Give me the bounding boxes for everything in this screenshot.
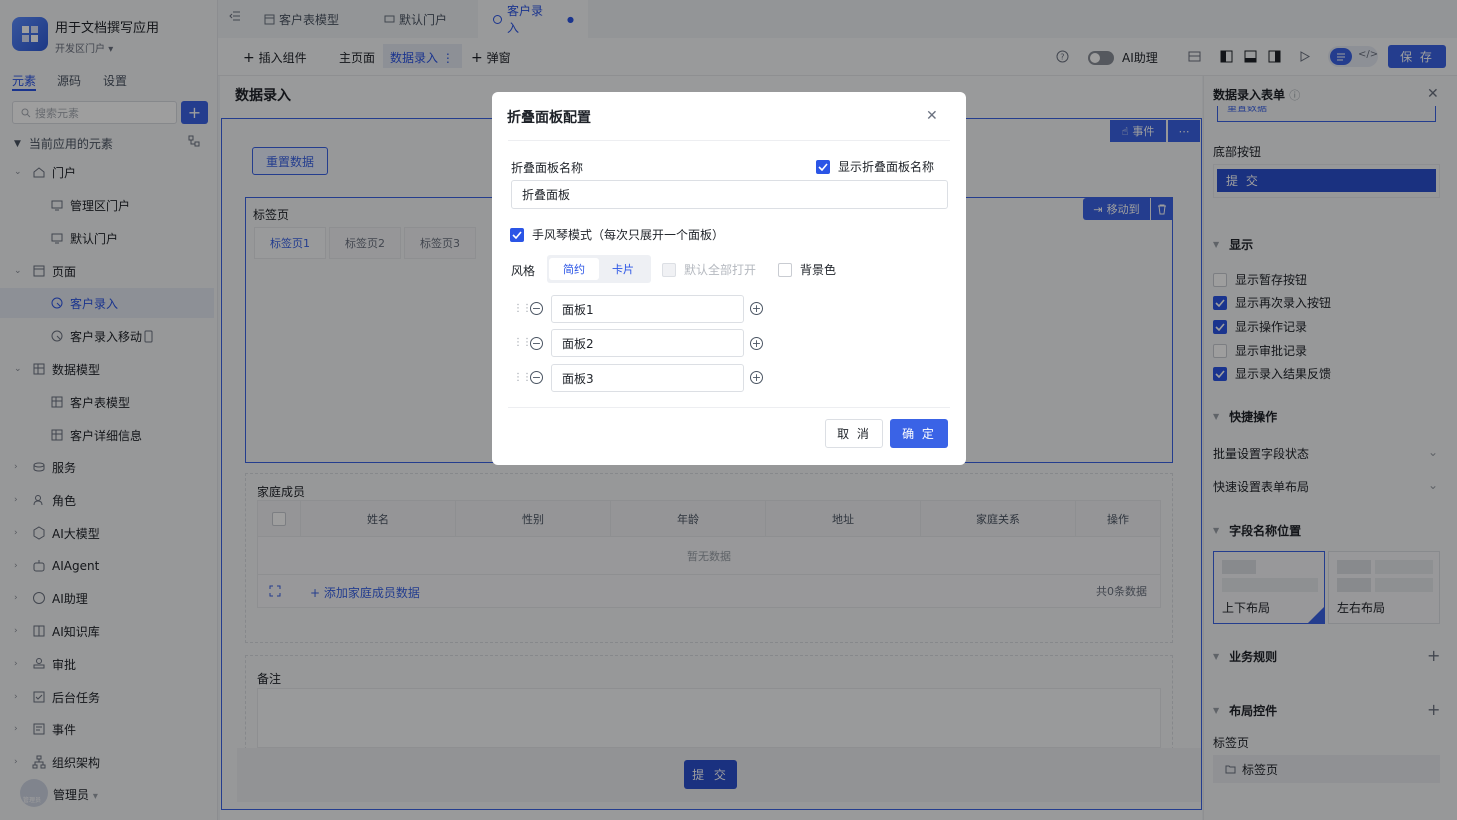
checkbox-checked-icon bbox=[816, 159, 830, 174]
checkbox-checked-icon bbox=[510, 227, 524, 242]
panel-name-input[interactable]: 折叠面板 bbox=[511, 180, 948, 209]
remove-panel-icon[interactable]: − bbox=[530, 371, 543, 384]
bg-color-label: 背景色 bbox=[800, 263, 837, 277]
expand-all-label: 默认全部打开 bbox=[684, 263, 757, 277]
drag-handle-icon[interactable]: ⋮⋮ bbox=[513, 337, 532, 348]
expand-all-checkbox[interactable]: 默认全部打开 bbox=[662, 261, 756, 278]
checkbox-disabled-icon bbox=[662, 262, 676, 277]
show-name-checkbox[interactable]: 显示折叠面板名称 bbox=[816, 158, 934, 175]
drag-handle-icon[interactable]: ⋮⋮ bbox=[513, 303, 532, 314]
panel-name-label: 折叠面板名称 bbox=[511, 161, 584, 175]
remove-panel-icon[interactable]: − bbox=[530, 337, 543, 350]
dialog-divider bbox=[508, 140, 950, 141]
panel-item-input[interactable]: 面板1 bbox=[551, 295, 744, 323]
remove-panel-icon[interactable]: − bbox=[530, 302, 543, 315]
panel-item-value: 面板2 bbox=[562, 336, 594, 351]
panel-item-value: 面板3 bbox=[562, 371, 594, 386]
accordion-mode-label: 手风琴模式（每次只展开一个面板） bbox=[532, 228, 725, 242]
checkbox-unchecked-icon bbox=[778, 262, 792, 277]
drag-handle-icon[interactable]: ⋮⋮ bbox=[513, 372, 532, 383]
dialog-footer-divider bbox=[508, 407, 950, 408]
dialog-title: 折叠面板配置 bbox=[507, 110, 591, 126]
style-option-simple[interactable]: 简约 bbox=[549, 258, 599, 280]
panel-item-input[interactable]: 面板2 bbox=[551, 329, 744, 357]
add-panel-icon[interactable]: + bbox=[750, 302, 763, 315]
bg-color-checkbox[interactable]: 背景色 bbox=[778, 261, 836, 278]
show-name-label: 显示折叠面板名称 bbox=[838, 160, 935, 174]
style-option-card[interactable]: 卡片 bbox=[598, 258, 648, 280]
add-panel-icon[interactable]: + bbox=[750, 337, 763, 350]
style-label: 风格 bbox=[511, 264, 536, 278]
ok-button[interactable]: 确 定 bbox=[890, 419, 948, 448]
panel-item-value: 面板1 bbox=[562, 302, 594, 317]
add-panel-icon[interactable]: + bbox=[750, 371, 763, 384]
panel-item-input[interactable]: 面板3 bbox=[551, 364, 744, 392]
close-icon[interactable]: ✕ bbox=[926, 108, 938, 124]
panel-name-value: 折叠面板 bbox=[522, 188, 571, 202]
cancel-button[interactable]: 取 消 bbox=[825, 419, 883, 448]
accordion-mode-checkbox[interactable]: 手风琴模式（每次只展开一个面板） bbox=[510, 226, 724, 243]
